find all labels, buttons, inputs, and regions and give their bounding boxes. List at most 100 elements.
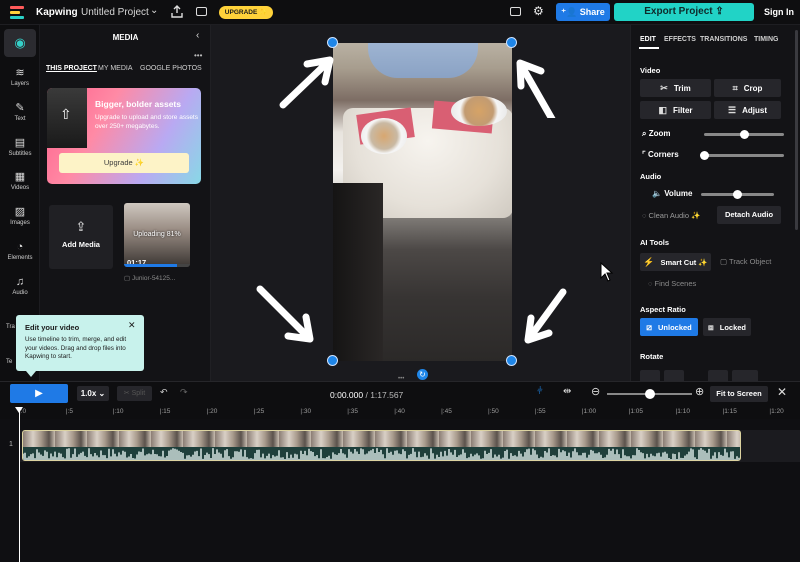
export-project-button[interactable]: Export Project ⇪ (614, 3, 754, 21)
speed-label: 1.0x (80, 389, 97, 398)
rail-item-audio[interactable]: ♫ Audio (0, 276, 40, 296)
crop-button[interactable]: ⌗ Crop (714, 79, 781, 97)
close-icon[interactable]: ✕ (128, 320, 136, 331)
rail-item-layers[interactable]: ≋ Layers (0, 67, 40, 87)
layers-icon: ≋ (15, 67, 25, 79)
volume-label: 🔈 Volume (652, 189, 693, 198)
resize-handle-top-right[interactable] (506, 37, 517, 48)
rail-item-transitions[interactable]: Tra (6, 324, 15, 330)
resize-handle-top-left[interactable] (327, 37, 338, 48)
track-object-icon: ▢ (720, 257, 730, 266)
active-tab-indicator (639, 47, 659, 49)
rotate-left-button[interactable] (640, 370, 660, 381)
trim-label: Trim (673, 84, 691, 93)
split-view-icon[interactable]: ⫩ (537, 386, 543, 397)
rail-item-subtitles[interactable]: ▤ Subtitles (0, 137, 40, 157)
upgrade-button[interactable]: UPGRADE ✨ (219, 6, 273, 19)
locked-label: Locked (719, 323, 746, 332)
sign-in-link[interactable]: Sign In (764, 7, 794, 17)
lightning-icon: ⚡ (643, 257, 655, 267)
chevron-down-icon[interactable]: ⌄ (150, 5, 158, 16)
split-button[interactable]: ✂ Split (117, 386, 152, 401)
media-title: MEDIA (112, 33, 139, 42)
find-scenes-option[interactable]: ◌ Find Scenes (648, 279, 696, 288)
smart-cut-button[interactable]: ⚡ Smart Cut ✨ (640, 253, 711, 271)
locked-button[interactable]: ⧈ Locked (703, 318, 751, 336)
collapse-panel-icon[interactable]: ‹ (196, 30, 199, 41)
subtitles-icon[interactable] (196, 7, 207, 16)
tab-effects[interactable]: EFFECTS (664, 36, 696, 43)
add-media-button[interactable]: ⇪ Add Media (49, 205, 113, 269)
zoom-out-icon[interactable]: ⊖ (591, 385, 600, 398)
undo-icon[interactable]: ↶ (160, 387, 168, 398)
upload-progress-bar (124, 264, 190, 267)
elements-icon: ◔ (16, 241, 24, 253)
media-thumbnail[interactable]: Uploading 81% 01:17 (124, 203, 190, 267)
edit-video-tooltip: Edit your video ✕ Use timeline to trim, … (16, 315, 144, 371)
upload-percent: 81% (166, 231, 181, 238)
speed-button[interactable]: 1.0x ⌄ (77, 386, 109, 401)
detach-audio-button[interactable]: Detach Audio (717, 206, 781, 224)
trim-icon: ✂ (660, 83, 668, 93)
project-title[interactable]: Untitled Project (81, 7, 149, 18)
rail-label: Text (14, 116, 26, 122)
track-object-option[interactable]: ▢ Track Object (720, 257, 771, 266)
add-media-label: Add Media (62, 240, 100, 249)
kapwing-logo-icon[interactable] (10, 6, 24, 19)
audio-waveform (23, 447, 740, 460)
zoom-in-icon[interactable]: ⊕ (695, 385, 704, 398)
rail-item-images[interactable]: ▨ Images (0, 206, 40, 226)
play-button[interactable]: ▶ (10, 384, 68, 403)
corners-slider[interactable] (704, 154, 784, 157)
person-shirt (368, 43, 478, 78)
rotate-angle-field[interactable] (732, 370, 758, 381)
rail-item-text[interactable]: ✎ Text (0, 102, 40, 122)
ruler-tick-label: |1:05 (628, 408, 644, 415)
tab-edit[interactable]: EDIT (640, 36, 656, 43)
video-clip[interactable] (22, 430, 741, 461)
rail-item-templates[interactable]: Te (6, 359, 12, 365)
trim-button[interactable]: ✂ Trim (640, 79, 711, 97)
corners-slider-knob[interactable] (699, 151, 709, 160)
brand-name[interactable]: Kapwing (36, 7, 78, 18)
more-options-icon[interactable]: ••• (194, 51, 202, 60)
volume-slider-knob[interactable] (733, 190, 742, 199)
corners-label: ⌜ Corners (642, 150, 679, 159)
comment-icon[interactable] (510, 7, 521, 16)
zoom-slider-knob[interactable] (739, 130, 749, 139)
resize-handle-bottom-left[interactable] (327, 355, 338, 366)
unlocked-button[interactable]: ⧄ Unlocked (640, 318, 698, 336)
resize-handle-bottom-right[interactable] (506, 355, 517, 366)
upload-icon[interactable] (171, 5, 183, 18)
corners-text: Corners (647, 150, 679, 159)
tab-timing[interactable]: TIMING (754, 36, 779, 43)
ruler-tick-label: |:25 (253, 408, 265, 415)
close-timeline-icon[interactable]: ✕ (777, 385, 787, 399)
right-panel-scrollbar[interactable] (795, 30, 798, 230)
food-plate (451, 96, 507, 126)
rail-item-videos[interactable]: ▦ Videos (0, 171, 40, 191)
rail-label: Videos (10, 185, 30, 191)
video-preview[interactable] (333, 43, 512, 361)
filter-button[interactable]: ◧ Filter (640, 101, 711, 119)
clean-audio-label[interactable]: ◌ Clean Audio ✨ (642, 211, 700, 220)
tab-google-photos[interactable]: GOOGLE PHOTOS (140, 65, 202, 72)
playhead[interactable] (15, 407, 23, 562)
tab-my-media[interactable]: MY MEDIA (98, 65, 133, 72)
fit-to-screen-button[interactable]: Fit to Screen (710, 386, 768, 402)
adjust-button[interactable]: ☰ Adjust (714, 101, 781, 119)
redo-icon[interactable]: ↷ (180, 387, 188, 398)
promo-upgrade-button[interactable]: Upgrade ✨ (59, 153, 189, 173)
flip-button[interactable] (664, 370, 684, 381)
tab-this-project[interactable]: THIS PROJECT (46, 65, 97, 72)
kapwing-home-icon[interactable]: ◉ (4, 29, 36, 57)
gear-icon[interactable]: ⚙ (533, 4, 544, 18)
tab-transitions[interactable]: TRANSITIONS (700, 36, 747, 43)
rotate-decrement-button[interactable] (708, 370, 728, 381)
rotate-handle-icon[interactable]: ↻ (417, 369, 428, 380)
arrow-bottom-left-icon (256, 285, 314, 343)
fit-width-icon[interactable]: ⇹ (563, 386, 571, 397)
share-button[interactable]: ⁺👤 Share (556, 3, 610, 21)
rail-item-elements[interactable]: ◔ Elements (0, 241, 40, 261)
timeline-zoom-knob[interactable] (644, 389, 655, 399)
